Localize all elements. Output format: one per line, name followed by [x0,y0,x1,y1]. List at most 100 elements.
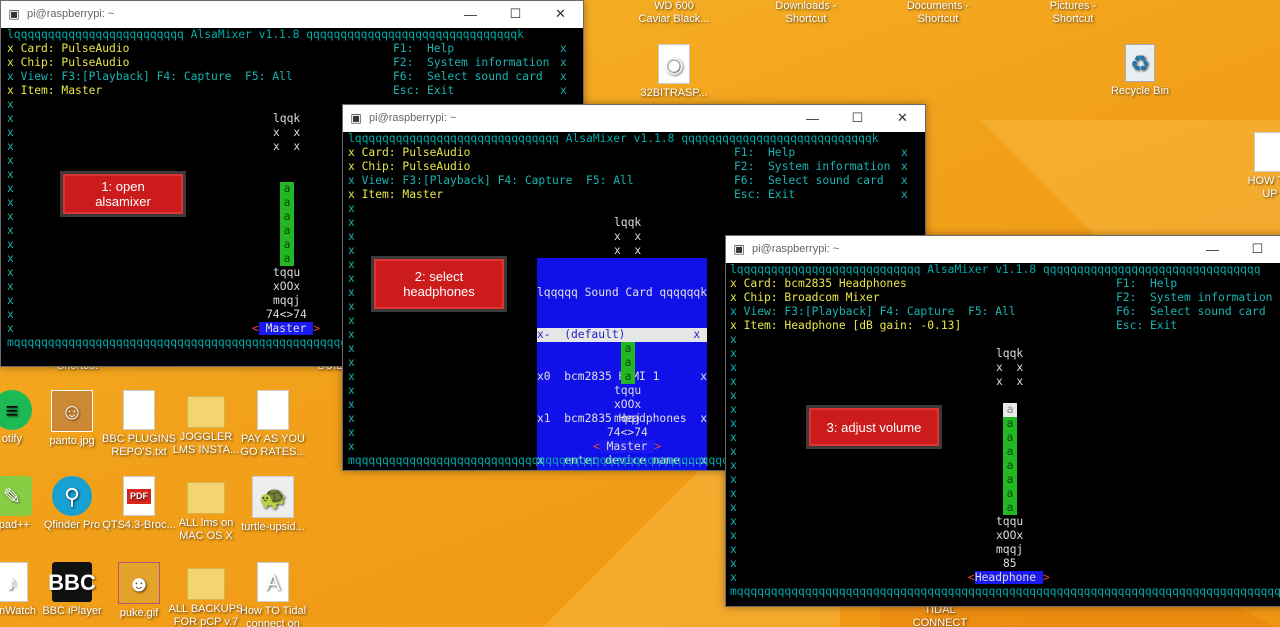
sound-card-option-default[interactable]: x- (default) x [537,328,708,342]
image-icon: ☺ [51,390,93,432]
desktop-icon-label: WD 600 Caviar Black... [638,0,710,25]
desktop-icon-label: ALL lms on MAC OS X [178,517,234,542]
control-label[interactable]: <Headphone > [968,571,1050,585]
chip-info: x Chip: PulseAudio [7,56,130,69]
desktop-icon-label: How TO Tidal connect on [239,605,307,627]
desktop-icon-puke[interactable]: ☻ puke.gif [101,562,177,620]
file-icon: A [257,562,289,602]
control-label[interactable]: < Master > [593,440,661,454]
maximize-button[interactable]: ☐ [835,105,880,131]
control-name: Master [606,440,648,453]
fader-top: lqqk [996,347,1024,360]
select-card-key: F6: Select sound card [734,174,884,187]
desktop-icon-qfinder[interactable]: ⚲ Qfinder Pro [34,476,110,532]
dialog-title: lqqqqq Sound Card qqqqqqk [537,286,708,299]
music-icon: ♪ [0,562,28,602]
desktop-icon-alllms[interactable]: ALL lms on MAC OS X [168,476,244,543]
close-button[interactable]: ✕ [538,1,583,27]
desktop-icon-downloads[interactable]: Downloads - Shortcut [768,0,844,26]
step-note-3: 3: adjust volume [806,405,942,449]
search-icon: ⚲ [52,476,92,516]
card-info: x Card: PulseAudio [7,42,130,55]
desktop-icon-label: turtle-upsid... [241,521,305,533]
meter-segment: a [1003,417,1017,431]
desktop-icon-recycle-bin[interactable]: ♻ Recycle Bin [1102,44,1178,98]
desktop-icon-label: QTS4.3-Broc... [102,519,176,531]
fader-bottom: mqqj [614,412,642,425]
desktop-icon-howto[interactable]: HOW TO UP [1232,132,1280,201]
desktop-icon-label: BBC PLUGINS REPO'S.txt [102,433,176,458]
close-button[interactable]: ✕ [880,105,925,131]
mute-toggle[interactable]: xOOx [614,398,641,412]
desktop-icon-payasyougo[interactable]: PAY AS YOU GO RATES... [235,390,311,459]
mixer-footer: mqqqqqqqqqqqqqqqqqqqqqqqqqqqqqqqqqqqqqqq… [730,585,1280,598]
border-glyph: x [901,174,908,187]
fader-tee: tqqu [273,266,301,279]
desktop-icon-turtle[interactable]: 🐢 turtle-upsid... [235,476,311,534]
control-name: Headphone [974,571,1037,584]
border-glyph: x [560,56,567,69]
fader-tee: tqqu [996,515,1024,528]
title-bar[interactable]: ▣ pi@raspberrypi: ~ — ☐ [726,236,1280,262]
desktop-icon-documents[interactable]: Documents - Shortcut [900,0,976,26]
desktop-icon-bbc-iplayer[interactable]: BBC BBC iPlayer [34,562,110,618]
minimize-button[interactable]: — [448,1,493,27]
chip-info: x Chip: PulseAudio [348,160,471,173]
meter-segment: a [280,210,294,224]
minimize-button[interactable]: — [790,105,835,131]
desktop-icon-tidal[interactable]: TIDAL CONNECT [902,604,978,627]
desktop-icon-label: Qfinder Pro [43,519,101,531]
fader-bottom: mqqj [273,294,301,307]
view-info: x View: F3:[Playback] F4: Capture F5: Al… [348,174,634,187]
view-info: x View: F3:[Playback] F4: Capture F5: Al… [7,70,293,83]
maximize-button[interactable]: ☐ [493,1,538,27]
mixer-header: lqqqqqqqqqqqqqqqqqqqqqqqqq AlsaMixer v1.… [7,28,524,41]
desktop-icon-allbackups[interactable]: ALL BACKUPS FOR pCP v.7 [168,562,244,627]
folder-icon [187,482,225,514]
meter-segment: a [280,252,294,266]
desktop-icon-bbc-plugins[interactable]: BBC PLUGINS REPO'S.txt [101,390,177,459]
folder-icon [187,568,225,600]
desktop-icon-panto[interactable]: ☺ panto.jpg [34,390,110,448]
desktop-icon-32bitrasp[interactable]: ◉ 32BITRASP... [636,44,712,100]
help-key: F1: Help [1116,277,1178,290]
chip-info: x Chip: Broadcom Mixer [730,291,880,304]
minimize-button[interactable]: — [1190,236,1235,262]
border-glyph: x [901,188,908,201]
meter-segment: a [1003,473,1017,487]
desktop-icon-howtotidal[interactable]: A How TO Tidal connect on [235,562,311,627]
window-title: pi@raspberrypi: ~ [752,243,840,255]
desktop-icon-qts[interactable]: PDF QTS4.3-Broc... [101,476,177,532]
fader-side: x x [996,375,1024,388]
meter-segment: a [1003,501,1017,515]
maximize-button[interactable]: ☐ [1235,236,1280,262]
help-key: F1: Help [393,42,455,55]
exit-key: Esc: Exit [734,188,796,201]
title-bar[interactable]: ▣ pi@raspberrypi: ~ — ☐ ✕ [343,105,925,131]
left-border: x x x x x x x x x x x x x x x x x [7,98,14,335]
desktop-icon-pictures[interactable]: Pictures - Shortcut [1035,0,1111,26]
desktop: WD 600 Caviar Black... Downloads - Short… [0,0,1280,627]
file-icon [257,390,289,430]
meter-segment: a [621,370,635,384]
desktop-icon-joggler[interactable]: JOGGLER LMS INSTA... [168,390,244,457]
window-title: pi@raspberrypi: ~ [369,112,457,124]
control-label[interactable]: < Master > [252,322,320,336]
item-info: x Item: Master [348,188,444,201]
file-icon [1254,132,1280,172]
mute-toggle[interactable]: xOOx [273,280,300,294]
step-note-2: 2: select headphones [371,256,507,312]
desktop-icon-label: Downloads - Shortcut [775,0,837,25]
level-readout: 85 [1003,557,1017,570]
desktop-icon-label: HOW TO UP [1247,175,1280,200]
step-note-1: 1: open alsamixer [60,171,186,217]
title-bar[interactable]: ▣ pi@raspberrypi: ~ — ☐ ✕ [1,1,583,27]
meter-segment: a [1003,403,1017,417]
desktop-icon-wd600[interactable]: WD 600 Caviar Black... [636,0,712,26]
sysinfo-key: F2: System information [734,160,891,173]
card-info: x Card: bcm2835 Headphones [730,277,907,290]
meter-segment: a [280,224,294,238]
meter-segment: a [621,356,635,370]
image-icon: ☻ [118,562,160,604]
mute-toggle[interactable]: xOOx [996,529,1023,543]
